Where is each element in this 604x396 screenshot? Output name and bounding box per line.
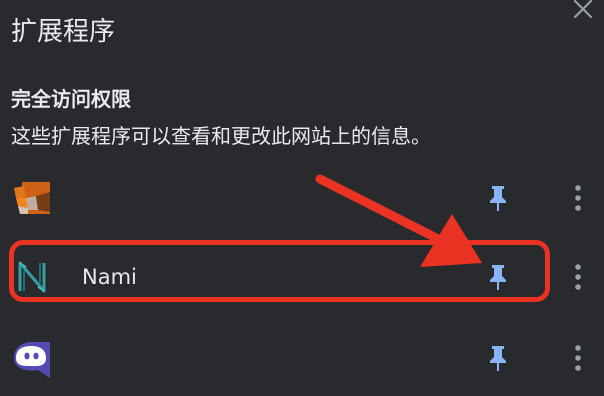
extension-name: Nami [82, 265, 137, 289]
full-access-heading: 完全访问权限 [11, 87, 131, 111]
pin-button[interactable] [484, 182, 512, 214]
popup-title: 扩展程序 [11, 17, 116, 47]
pin-icon [490, 346, 506, 371]
extension-row-metamask[interactable] [0, 170, 604, 226]
pin-icon [490, 265, 506, 290]
phantom-ghost-icon [12, 338, 52, 378]
more-options-button[interactable] [566, 259, 590, 295]
more-options-button[interactable] [566, 180, 590, 216]
more-vert-icon [575, 345, 581, 371]
extensions-popup: 扩展程序 完全访问权限 这些扩展程序可以查看和更改此网站上的信息。 Nami [0, 0, 604, 396]
extension-row-phantom[interactable] [0, 330, 604, 386]
pin-button[interactable] [484, 342, 512, 374]
close-button[interactable] [568, 0, 598, 24]
pin-icon [490, 186, 506, 211]
metamask-fox-icon [12, 178, 52, 218]
extension-row-nami[interactable]: Nami [0, 249, 604, 305]
pin-button[interactable] [484, 261, 512, 293]
close-icon [573, 0, 593, 19]
full-access-description: 这些扩展程序可以查看和更改此网站上的信息。 [11, 124, 431, 148]
more-vert-icon [575, 264, 581, 290]
more-options-button[interactable] [566, 340, 590, 376]
nami-logo-icon [12, 257, 52, 297]
more-vert-icon [575, 185, 581, 211]
